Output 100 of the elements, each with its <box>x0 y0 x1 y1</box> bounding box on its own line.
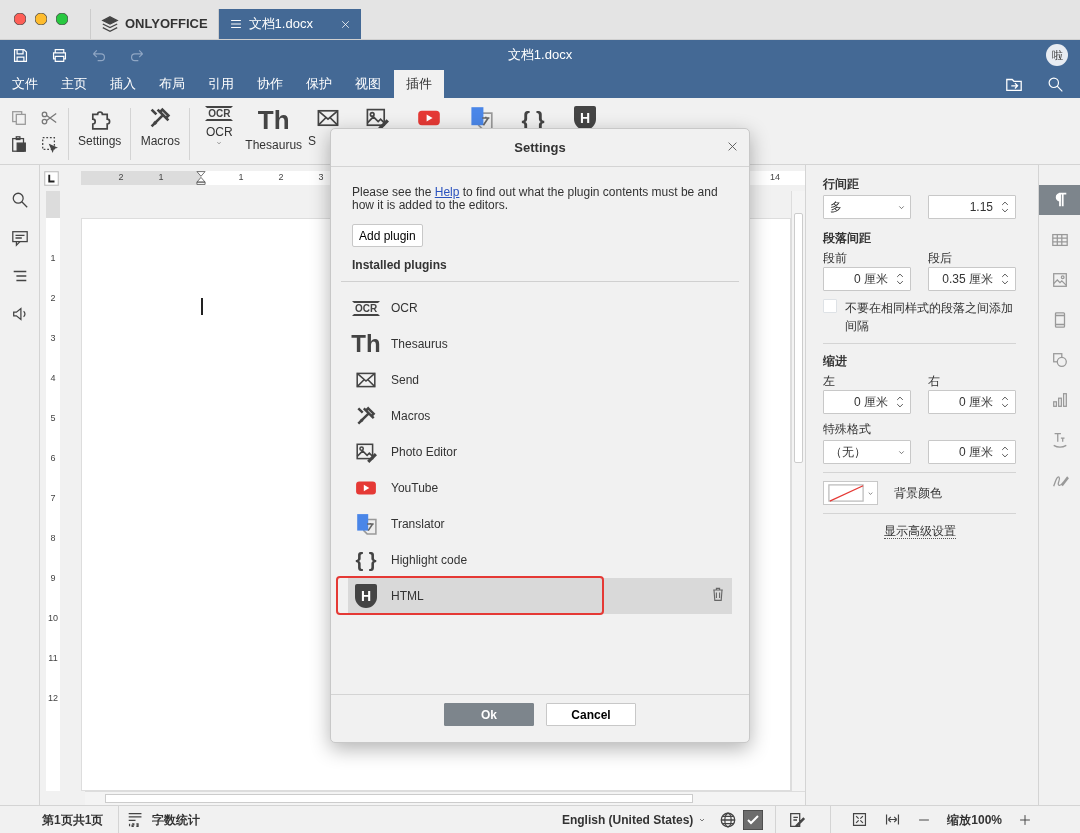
window-tab[interactable]: 文档1.docx <box>217 9 361 39</box>
ruler-number: 1 <box>157 171 165 185</box>
search-icon[interactable] <box>1047 75 1064 93</box>
tab-stop-icon[interactable] <box>44 170 59 186</box>
menu-tab[interactable]: 协作 <box>247 70 293 98</box>
field-label: 行间距 <box>823 176 860 193</box>
ruler-number: 3 <box>50 332 56 345</box>
field-label: 段前 <box>823 250 848 267</box>
copy-icon[interactable] <box>10 109 28 127</box>
ruler-number: 1 <box>237 171 245 185</box>
toolbar-button[interactable]: S <box>305 106 352 148</box>
tools-icon <box>355 405 377 427</box>
fit-width-icon[interactable] <box>884 811 902 828</box>
plugin-item[interactable]: OCR OCR <box>348 290 732 326</box>
word-count-button[interactable]: 字数统计 <box>127 810 201 829</box>
paste-icon[interactable] <box>10 135 28 153</box>
save-icon[interactable] <box>12 46 29 64</box>
menu-tab[interactable]: 文件 <box>2 70 48 98</box>
ruler-number: 5 <box>50 412 56 425</box>
chart-icon <box>1050 391 1069 409</box>
advanced-settings-link[interactable]: 显示高级设置 <box>883 524 956 539</box>
ruler-number: 4 <box>50 372 56 385</box>
search-icon[interactable] <box>10 191 29 209</box>
menu-icon[interactable] <box>228 17 243 31</box>
language-selector[interactable]: English (United States) <box>561 810 708 829</box>
ruler-number: 12 <box>48 692 58 705</box>
track-changes-icon[interactable] <box>788 810 807 829</box>
scrollbar[interactable] <box>791 191 805 791</box>
toolbar-button[interactable]: Macros <box>137 106 184 148</box>
window-zoom-button[interactable] <box>56 13 68 25</box>
spin-field[interactable]: 0.35 厘米 <box>928 267 1016 291</box>
spin-field[interactable]: 1.15 <box>928 195 1016 219</box>
section-heading: Installed plugins <box>341 247 739 282</box>
plugin-item[interactable]: Send <box>348 362 732 398</box>
no-color-swatch-icon <box>826 484 866 502</box>
window-tab[interactable]: ONLYOFFICE <box>90 9 218 39</box>
plugin-item[interactable]: YouTube <box>348 470 732 506</box>
photo-edit-icon <box>365 106 390 130</box>
ruler-number: 10 <box>48 612 58 625</box>
menu-tab[interactable]: 插件 <box>394 70 444 98</box>
field-label: 背景颜色 <box>894 485 942 502</box>
toolbar-button[interactable]: Th Thesaurus <box>242 106 306 152</box>
toolbar-button[interactable]: H <box>559 106 612 130</box>
field-label: 段落间距 <box>823 230 872 247</box>
globe-icon[interactable] <box>719 810 738 829</box>
menu-tab[interactable]: 保护 <box>296 70 342 98</box>
spin-field[interactable]: 0 厘米 <box>823 390 911 414</box>
menu-tab[interactable]: 引用 <box>198 70 244 98</box>
image-icon <box>1050 271 1069 289</box>
checkbox[interactable] <box>823 299 837 313</box>
indent-marker-icon[interactable] <box>195 171 207 185</box>
close-icon[interactable] <box>339 18 351 30</box>
field-label: 段后 <box>928 250 953 267</box>
ok-button[interactable]: Ok <box>444 703 534 726</box>
toolbar-button[interactable]: OCR OCR <box>196 106 243 147</box>
menu-tab[interactable]: 插入 <box>100 70 146 98</box>
trash-icon[interactable] <box>710 586 726 602</box>
menu-tab[interactable]: 主页 <box>51 70 97 98</box>
ruler-number: 2 <box>50 292 56 305</box>
plugin-item[interactable]: Translator <box>348 506 732 542</box>
print-icon[interactable] <box>51 46 68 64</box>
page-counter: 第1页共1页 <box>42 811 104 829</box>
spin-field[interactable]: 0 厘米 <box>823 267 911 291</box>
plugin-item[interactable]: Th Thesaurus <box>348 326 732 362</box>
window-close-button[interactable] <box>14 13 26 25</box>
menu-tab[interactable]: 布局 <box>149 70 195 98</box>
sidebar-tab[interactable] <box>1039 185 1080 215</box>
tools-icon <box>148 106 173 130</box>
cancel-button[interactable]: Cancel <box>546 703 636 726</box>
ruler-number: 1 <box>50 252 56 265</box>
scrollbar[interactable] <box>85 791 805 805</box>
plugin-item[interactable]: Macros <box>348 398 732 434</box>
fit-page-icon[interactable] <box>851 811 869 828</box>
shield-icon: H <box>355 584 377 608</box>
select-icon[interactable] <box>40 135 58 153</box>
field-label: 右 <box>928 373 941 390</box>
spin-field[interactable]: 0 厘米 <box>928 390 1016 414</box>
dialog-title: Settings <box>514 138 566 157</box>
window-minimize-button[interactable] <box>35 13 47 25</box>
color-picker[interactable] <box>823 481 878 505</box>
spin-field[interactable]: 0 厘米 <box>928 440 1016 464</box>
close-icon[interactable] <box>726 140 739 153</box>
plugin-item[interactable]: Photo Editor <box>348 434 732 470</box>
dropdown[interactable]: 多 <box>823 195 911 219</box>
ruler-number: 2 <box>117 171 125 185</box>
help-link[interactable]: Help <box>434 185 460 199</box>
cut-icon[interactable] <box>40 109 58 127</box>
zoom-level[interactable]: 缩放100% <box>947 810 1002 829</box>
avatar[interactable]: 啦 <box>1046 44 1068 66</box>
dropdown[interactable]: （无） <box>823 440 911 464</box>
layers-icon <box>101 15 119 33</box>
toolbar-button[interactable]: Settings <box>75 106 125 148</box>
spellcheck-icon[interactable] <box>743 809 764 830</box>
ruler-number: 6 <box>50 452 56 465</box>
menu-tab[interactable]: 视图 <box>345 70 391 98</box>
comment-icon[interactable] <box>10 229 29 247</box>
add-plugin-button[interactable]: Add plugin <box>352 224 423 247</box>
plugin-item[interactable]: { } Highlight code <box>348 542 732 578</box>
ruler-number: 3 <box>317 171 325 185</box>
ruler-number: 7 <box>50 492 56 505</box>
